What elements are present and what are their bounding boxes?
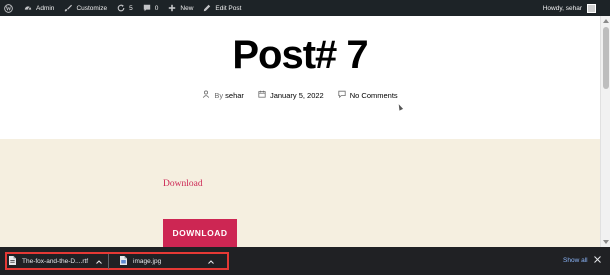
scrollbar-thumb[interactable]	[603, 27, 609, 89]
scroll-down-arrow-icon[interactable]	[603, 240, 609, 244]
customize-label: Customize	[76, 4, 108, 12]
download-filename: The-fox-and-the-D....rtf	[22, 258, 89, 265]
post-meta: By sehar January 5, 2022 No Comments	[0, 90, 600, 100]
comments-count: 0	[154, 4, 159, 12]
dashboard-icon	[24, 4, 32, 12]
wordpress-logo-icon: W	[4, 3, 13, 13]
document-icon	[9, 256, 16, 267]
chevron-up-icon[interactable]	[208, 259, 214, 266]
download-filename: image.jpg	[133, 258, 162, 265]
author-link[interactable]: sehar	[225, 91, 244, 100]
site-admin-link[interactable]: Admin	[19, 0, 59, 16]
post-comments: No Comments	[338, 90, 398, 100]
howdy-label: Howdy, sehar	[542, 4, 582, 12]
comments-link[interactable]: No Comments	[350, 91, 398, 100]
customize-link[interactable]: Customize	[59, 0, 112, 16]
download-item[interactable]: The-fox-and-the-D....rtf	[9, 254, 109, 269]
updates-icon	[117, 4, 125, 12]
date-link[interactable]: January 5, 2022	[270, 91, 324, 100]
download-button[interactable]: DOWNLOAD	[163, 219, 237, 247]
my-account-menu[interactable]: Howdy, sehar	[538, 0, 610, 16]
close-icon[interactable]	[594, 256, 601, 265]
edit-post-label: Edit Post	[215, 4, 242, 12]
post-body: Download DOWNLOAD	[0, 139, 600, 247]
download-shelf: The-fox-and-the-D....rtf image.jpg Show …	[0, 247, 610, 275]
customize-brush-icon	[64, 4, 73, 12]
plus-icon	[168, 4, 176, 12]
post-title: Post# 7	[232, 33, 368, 77]
avatar	[587, 3, 596, 13]
chevron-up-icon[interactable]	[96, 259, 102, 266]
comments-link[interactable]: 0	[138, 0, 164, 16]
author-prefix: By	[214, 90, 224, 100]
page-content: Post# 7 By sehar January 5, 2022 No Comm…	[0, 16, 600, 247]
image-file-icon	[120, 256, 127, 267]
post-date: January 5, 2022	[258, 90, 324, 100]
post-author: By sehar	[202, 90, 244, 100]
updates-link[interactable]: 5	[112, 0, 138, 16]
new-label: New	[180, 4, 194, 12]
download-link[interactable]: Download	[163, 179, 203, 189]
comment-bubble-icon	[338, 90, 350, 100]
mouse-cursor	[396, 103, 404, 111]
updates-count: 5	[129, 4, 133, 12]
edit-post-link[interactable]: Edit Post	[198, 0, 246, 16]
new-content-link[interactable]: New	[163, 0, 198, 16]
show-all-link[interactable]: Show all	[563, 257, 588, 264]
scroll-up-arrow-icon[interactable]	[603, 19, 609, 23]
pencil-icon	[203, 4, 211, 12]
calendar-icon	[258, 90, 270, 100]
admin-label: Admin	[36, 4, 55, 12]
wp-admin-bar: W Admin Customize 5 0 New Edit Post Howd…	[0, 0, 610, 16]
download-item[interactable]: image.jpg	[120, 254, 220, 269]
browser-window: W Admin Customize 5 0 New Edit Post Howd…	[0, 0, 610, 275]
svg-text:W: W	[6, 6, 12, 12]
vertical-scrollbar[interactable]	[600, 16, 610, 247]
person-icon	[202, 90, 214, 100]
comment-icon	[143, 4, 151, 12]
wordpress-logo-button[interactable]: W	[0, 0, 19, 16]
